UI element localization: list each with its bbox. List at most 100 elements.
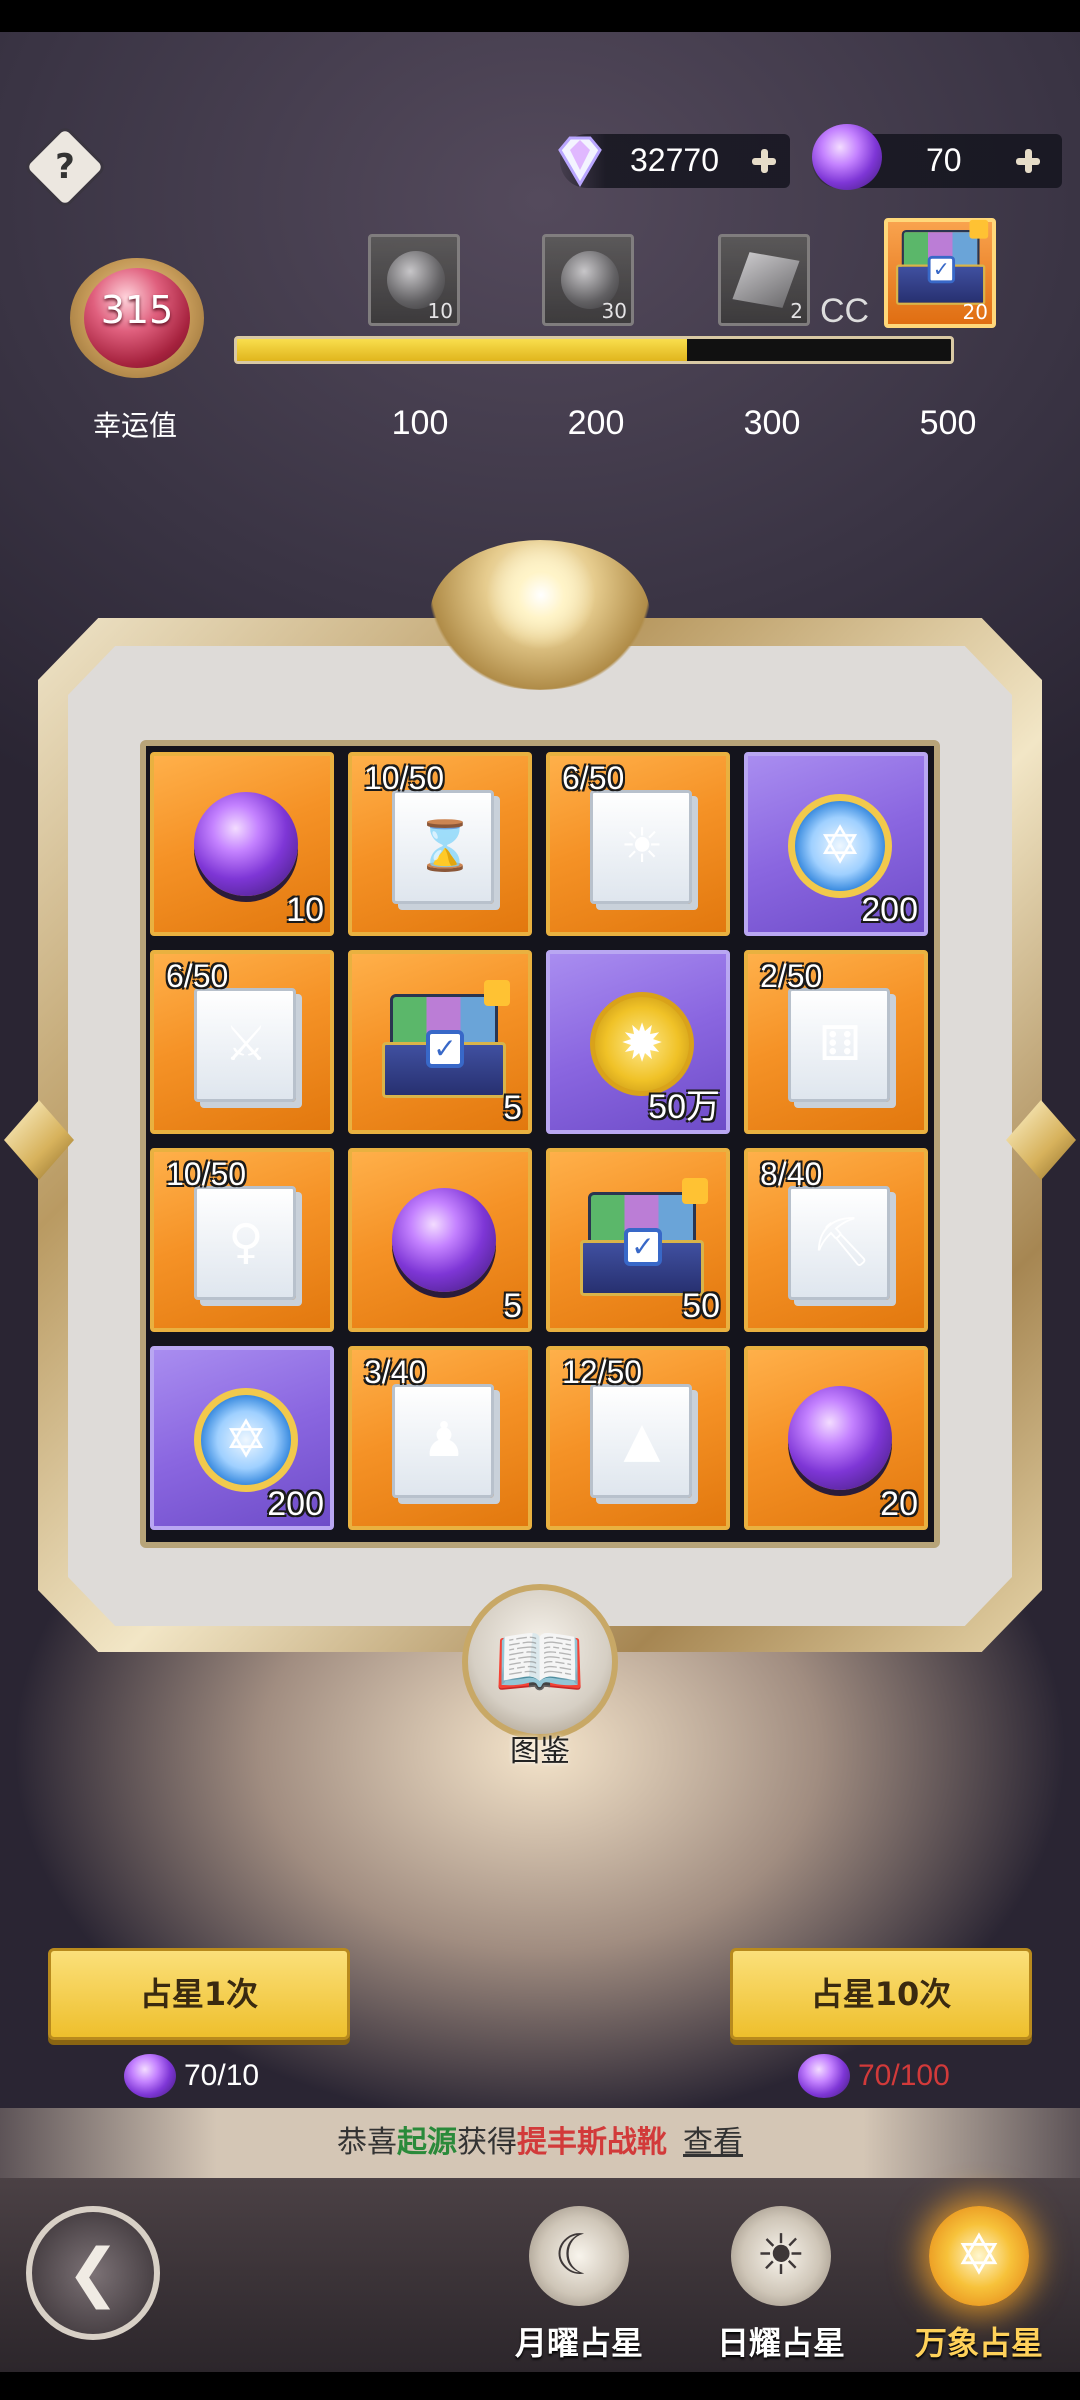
diamond-currency: 32770 [558, 134, 790, 188]
milestone-reward-200[interactable]: 30 [542, 234, 634, 326]
reward-count: 5 [503, 1287, 522, 1325]
reward-cell[interactable]: ⚔ 6/50 [150, 950, 334, 1134]
orb-value: 70 [926, 142, 962, 178]
reward-count: 10 [286, 891, 324, 929]
tab-sun-astrology[interactable]: ☀ 日耀占星 [686, 2206, 876, 2366]
reward-cell[interactable]: ⌛ 10/50 [348, 752, 532, 936]
open-book-icon: 📖 [493, 1619, 587, 1705]
chest-icon: ✓ [382, 980, 510, 1102]
milestone-reward-count: 30 [601, 299, 627, 323]
skill-book-icon: ⚔ [194, 988, 296, 1102]
fragment-progress: 6/50 [562, 760, 625, 796]
reward-cell[interactable]: ✡ 200 [744, 752, 928, 936]
tab-label: 万象占星 [914, 2324, 1043, 2362]
sun-emblem-icon: ☀ [731, 2206, 831, 2306]
add-orb-button[interactable] [1008, 141, 1048, 181]
purple-orb-icon [812, 124, 882, 190]
nav-bar-spacer [0, 2372, 1080, 2400]
notice-middle: 获得 [457, 2125, 517, 2160]
skill-book-icon: ☀ [590, 790, 692, 904]
milestone-reward-300[interactable]: 2 [718, 234, 810, 326]
milestone-label-300: 300 [743, 404, 801, 442]
purple-orb-icon [194, 792, 298, 896]
reward-count: 50万 [648, 1088, 720, 1126]
fragment-progress: 3/40 [364, 1354, 427, 1390]
moon-emblem-icon: ☾ [529, 2206, 629, 2306]
reward-count: 50 [682, 1287, 720, 1325]
back-button[interactable]: ❮ [26, 2206, 160, 2340]
tab-moon-astrology[interactable]: ☾ 月曜占星 [484, 2206, 674, 2366]
book-glyph: ♟ [422, 1412, 466, 1468]
luck-label: 幸运值 [92, 409, 177, 442]
milestone-label-200: 200 [567, 404, 625, 442]
book-glyph: ☀ [620, 818, 664, 874]
purple-orb-icon [798, 2054, 850, 2098]
purple-orb-icon [788, 1386, 892, 1490]
skill-book-icon: ⛏ [788, 1186, 890, 1300]
star-emblem-icon: ✡ [929, 2206, 1029, 2306]
reward-cell[interactable]: ✓ 5 [348, 950, 532, 1134]
chest-icon: ✓ [896, 219, 989, 308]
fragment-progress: 2/50 [760, 958, 823, 994]
milestone-reward-100[interactable]: 10 [368, 234, 460, 326]
reward-cell[interactable]: ✹ 50万 [546, 950, 730, 1134]
reward-cell[interactable]: ✡ 200 [150, 1346, 334, 1530]
milestone-reward-count: 10 [427, 299, 453, 323]
skill-book-icon: ♟ [392, 1384, 494, 1498]
star-medal-icon: ✡ [194, 1388, 298, 1492]
notice-item-name[interactable]: 提丰斯战靴 [517, 2125, 667, 2160]
reward-cell[interactable]: ✓ 50 [546, 1148, 730, 1332]
milestone-reward-500[interactable]: ✓ 20 [884, 218, 996, 328]
astrology-screen: ? 32770 70 315 幸运值 10 30 2 CC ✓ 20 100 2… [0, 0, 1080, 2400]
book-glyph: ▲ [623, 1412, 661, 1468]
tab-all-astrology[interactable]: ✡ 万象占星 [884, 2206, 1074, 2366]
fragment-progress: 10/50 [364, 760, 445, 796]
book-glyph: ♀ [228, 1214, 264, 1270]
reward-cell[interactable]: ▲ 12/50 [546, 1346, 730, 1530]
reward-cell[interactable]: ⚅ 2/50 [744, 950, 928, 1134]
reward-cell[interactable]: ☀ 6/50 [546, 752, 730, 936]
milestone-overflow-text: CC [820, 292, 870, 330]
luck-orb: 315 [62, 258, 212, 388]
reward-cell[interactable]: 5 [348, 1148, 532, 1332]
draw-ten-button[interactable]: 占星10次 [730, 1948, 1032, 2040]
reward-cell[interactable]: ♀ 10/50 [150, 1148, 334, 1332]
skill-book-icon: ▲ [590, 1384, 692, 1498]
star-ornament-icon [486, 540, 596, 650]
fragment-progress: 12/50 [562, 1354, 643, 1390]
notice-view-link[interactable]: 查看 [683, 2125, 743, 2160]
draw-once-cost: 70/10 [124, 2054, 259, 2098]
fragment-progress: 10/50 [166, 1156, 247, 1192]
book-glyph: ⛏ [811, 1214, 872, 1270]
reward-cell[interactable]: ♟ 3/40 [348, 1346, 532, 1530]
skill-book-icon: ⚅ [788, 988, 890, 1102]
status-bar [0, 0, 1080, 32]
purple-orb-icon [392, 1188, 496, 1292]
add-diamond-button[interactable] [744, 141, 784, 181]
draw-once-button[interactable]: 占星1次 [48, 1948, 350, 2040]
luck-value: 315 [100, 288, 174, 332]
milestone-reward-count: 20 [962, 300, 988, 324]
star-medal-icon: ✡ [788, 794, 892, 898]
draw-once-cost-value: 70/10 [184, 2059, 260, 2092]
purple-orb-icon [124, 2054, 176, 2098]
orb-currency: 70 [812, 124, 1062, 190]
reward-count: 200 [267, 1485, 324, 1523]
announcement-bar: 恭喜起源获得提丰斯战靴 查看 [0, 2108, 1080, 2178]
tab-label: 日耀占星 [716, 2324, 845, 2362]
fragment-progress: 6/50 [166, 958, 229, 994]
reward-cell[interactable]: 20 [744, 1346, 928, 1530]
reward-cell[interactable]: 10 [150, 752, 334, 936]
codex-button[interactable]: 📖 [462, 1584, 618, 1740]
notice-player-name[interactable]: 起源 [397, 2125, 457, 2160]
draw-ten-cost: 70/100 [798, 2054, 950, 2098]
reward-cell[interactable]: ⛏ 8/40 [744, 1148, 928, 1332]
fragment-progress: 8/40 [760, 1156, 823, 1192]
back-arrow-icon: ❮ [66, 2236, 120, 2310]
book-glyph: ⚅ [819, 1016, 861, 1072]
luck-progress-fill [237, 339, 687, 361]
help-button[interactable]: ? [26, 128, 104, 206]
notice-prefix: 恭喜 [337, 2125, 397, 2160]
reward-count: 20 [880, 1485, 918, 1523]
milestone-reward-count: 2 [790, 299, 803, 323]
